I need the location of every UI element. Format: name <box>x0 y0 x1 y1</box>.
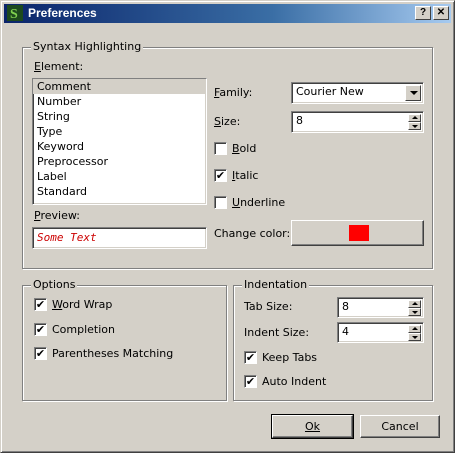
family-dropdown[interactable]: Courier New <box>291 82 424 104</box>
italic-checkbox[interactable]: ✔ <box>214 169 227 182</box>
size-spinbox[interactable]: 8 <box>291 111 424 133</box>
element-label: Element: <box>34 60 84 73</box>
check-icon: ✔ <box>245 351 256 364</box>
arrow-down-icon <box>412 336 418 339</box>
preview-text: Some Text <box>37 231 97 244</box>
indent-size-increment-button[interactable] <box>408 325 421 333</box>
element-listbox[interactable]: Comment Number String Type Keyword Preprocess… <box>32 78 207 205</box>
keep-tabs-label[interactable]: Keep Tabs <box>262 351 317 364</box>
list-item[interactable]: Comment <box>33 79 206 94</box>
check-icon: ✔ <box>35 323 46 336</box>
check-icon: ✔ <box>245 375 256 388</box>
ok-button-label: Ok <box>304 420 321 433</box>
list-item[interactable]: String <box>33 109 206 124</box>
word-wrap-checkbox[interactable]: ✔ <box>34 298 47 311</box>
app-s-icon: S <box>7 5 23 21</box>
family-label: Family: <box>214 86 253 99</box>
preview-label: Preview: <box>34 209 80 222</box>
underline-checkbox[interactable] <box>214 196 227 209</box>
ok-button[interactable]: Ok <box>271 414 354 439</box>
tab-size-value: 8 <box>342 300 349 313</box>
arrow-up-icon <box>412 116 418 119</box>
options-label: Options <box>31 278 78 291</box>
indent-size-spinbox[interactable]: 4 <box>337 322 424 343</box>
chevron-down-icon <box>410 91 418 95</box>
indent-size-value: 4 <box>342 325 349 338</box>
family-dropdown-button[interactable] <box>405 85 421 101</box>
change-color-button[interactable] <box>291 220 424 246</box>
indent-size-decrement-button[interactable] <box>408 333 421 341</box>
bold-checkbox[interactable] <box>214 142 227 155</box>
completion-checkbox[interactable]: ✔ <box>34 323 47 336</box>
tab-size-increment-button[interactable] <box>408 300 421 308</box>
list-item[interactable]: Number <box>33 94 206 109</box>
indent-size-label: Indent Size: <box>244 326 310 339</box>
auto-indent-label[interactable]: Auto Indent <box>262 375 326 388</box>
parentheses-matching-label[interactable]: Parentheses Matching <box>52 347 173 360</box>
bold-label[interactable]: Bold <box>232 142 256 155</box>
arrow-up-icon <box>412 302 418 305</box>
list-item[interactable]: Label <box>33 169 206 184</box>
color-swatch <box>349 225 369 241</box>
italic-label[interactable]: Italic <box>232 169 258 182</box>
close-button[interactable]: ✕ <box>433 6 449 20</box>
size-value: 8 <box>296 114 303 127</box>
change-color-label: Change color: <box>214 227 291 240</box>
svg-text:S: S <box>10 7 18 21</box>
size-increment-button[interactable] <box>408 114 421 122</box>
parentheses-matching-checkbox[interactable]: ✔ <box>34 347 47 360</box>
underline-label[interactable]: Underline <box>232 196 285 209</box>
arrow-down-icon <box>412 125 418 128</box>
size-label: Size: <box>214 115 241 128</box>
completion-label[interactable]: Completion <box>52 323 115 336</box>
check-icon: ✔ <box>215 169 226 182</box>
family-value: Courier New <box>296 85 364 98</box>
preview-box: Some Text <box>32 227 207 249</box>
tab-size-label: Tab Size: <box>244 300 293 313</box>
arrow-up-icon <box>412 327 418 330</box>
help-button[interactable]: ? <box>415 6 431 20</box>
list-item[interactable]: Standard <box>33 184 206 199</box>
tab-size-decrement-button[interactable] <box>408 308 421 316</box>
check-icon: ✔ <box>35 298 46 311</box>
cancel-button[interactable]: Cancel <box>360 415 440 438</box>
title-bar[interactable]: S Preferences ? ✕ <box>4 4 451 23</box>
list-item[interactable]: Preprocessor <box>33 154 206 169</box>
list-item[interactable]: Keyword <box>33 139 206 154</box>
auto-indent-checkbox[interactable]: ✔ <box>244 375 257 388</box>
size-decrement-button[interactable] <box>408 122 421 130</box>
keep-tabs-checkbox[interactable]: ✔ <box>244 351 257 364</box>
check-icon: ✔ <box>35 347 46 360</box>
list-item[interactable]: Type <box>33 124 206 139</box>
window-title: Preferences <box>28 6 97 20</box>
cancel-button-label: Cancel <box>381 420 419 433</box>
syntax-highlighting-label: Syntax Highlighting <box>31 40 144 53</box>
arrow-down-icon <box>412 311 418 314</box>
word-wrap-label[interactable]: Word Wrap <box>52 298 112 311</box>
tab-size-spinbox[interactable]: 8 <box>337 297 424 318</box>
preferences-dialog: S Preferences ? ✕ Syntax Highlighting El… <box>0 0 455 453</box>
indentation-label: Indentation <box>242 278 310 291</box>
